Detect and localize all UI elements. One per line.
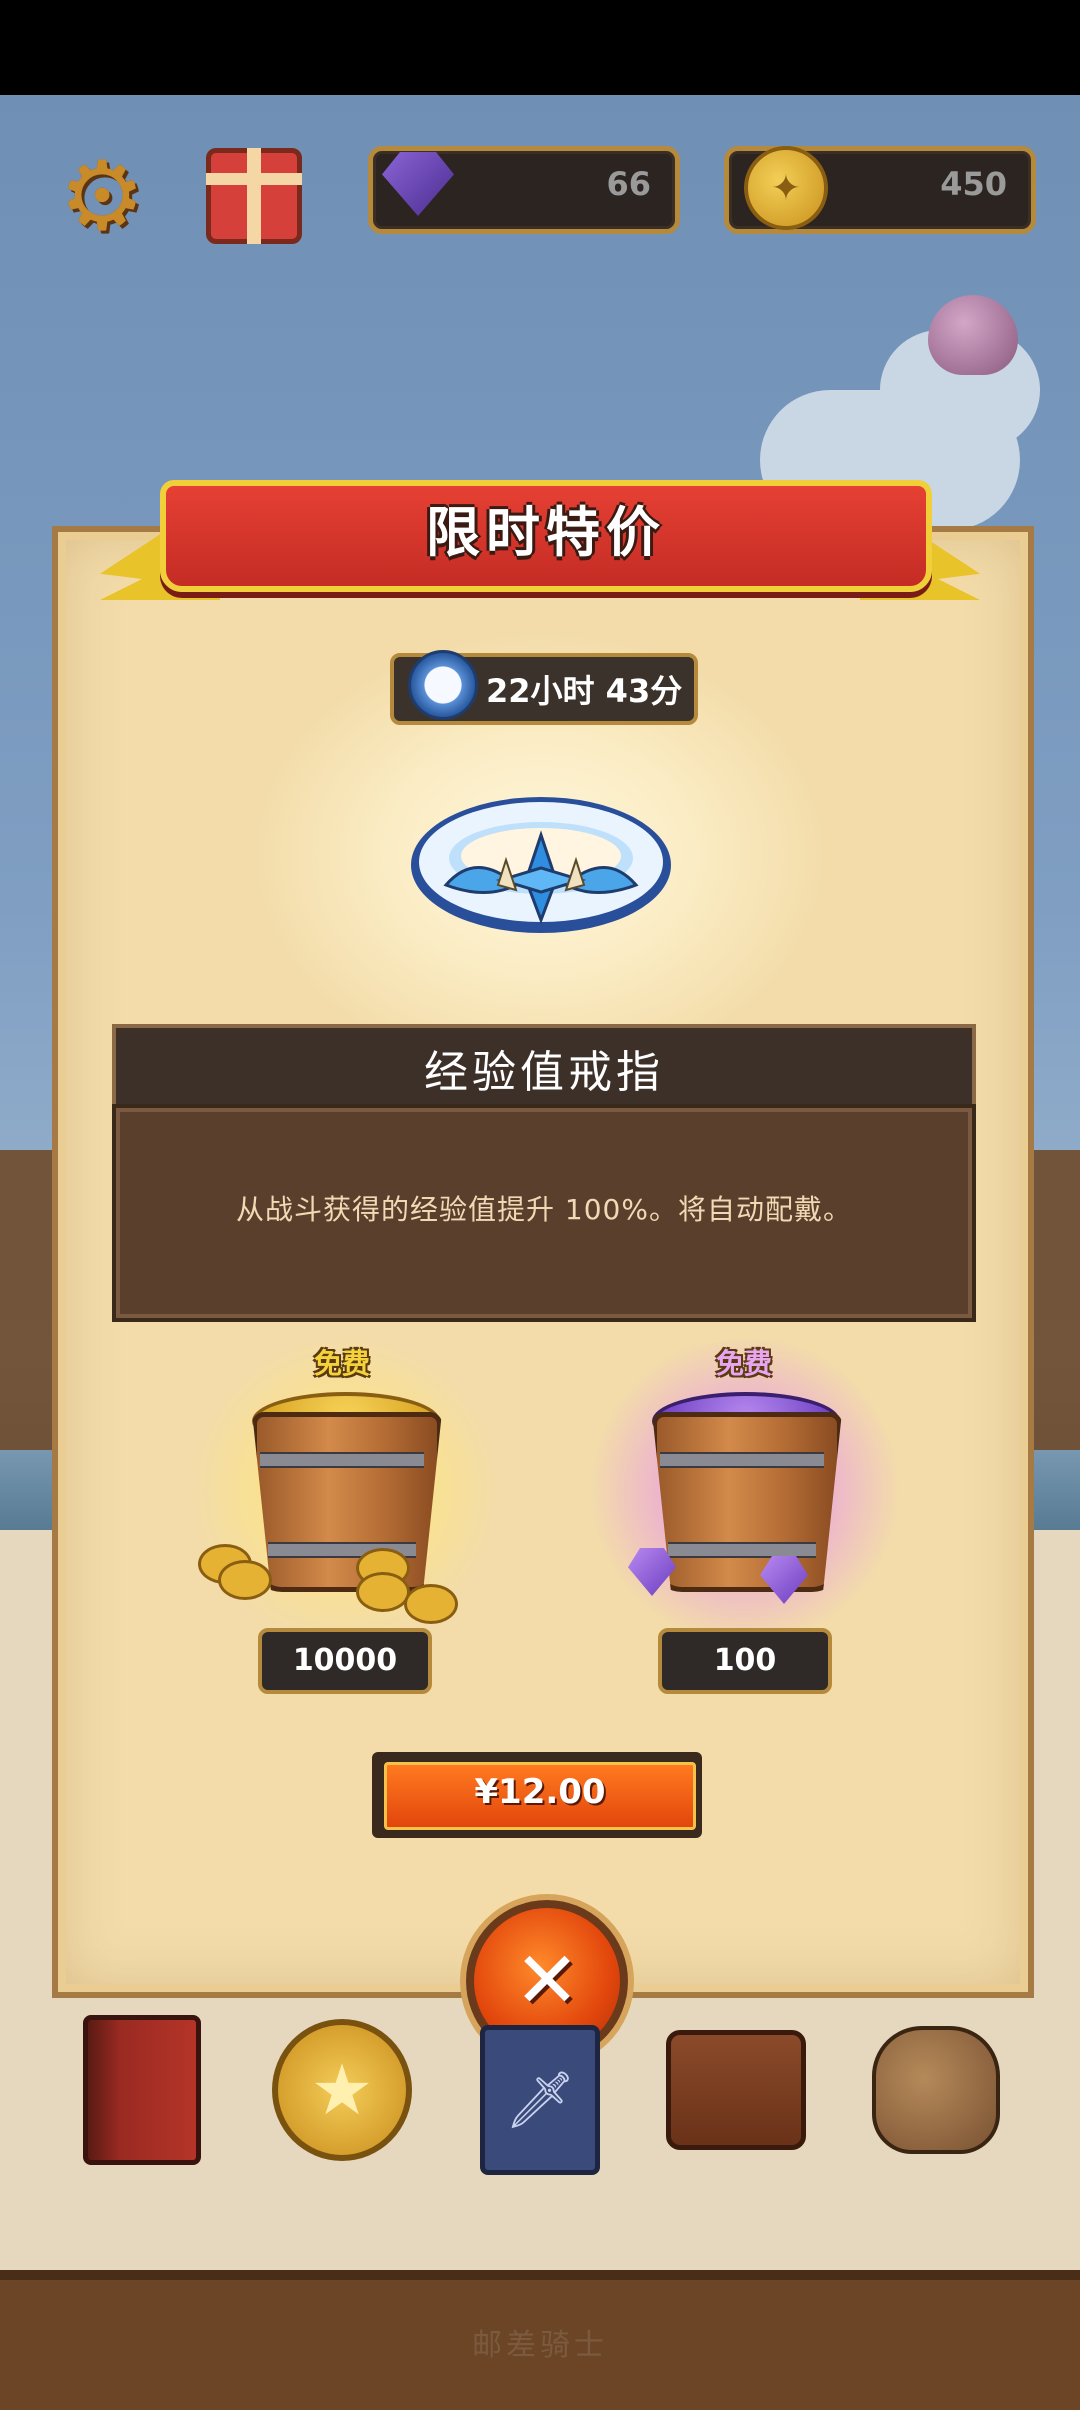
bucket [252,1412,442,1592]
timer-text: 22小时 43分 [486,672,683,710]
nav-cards-button[interactable]: 🗡 [470,2025,610,2175]
gear-icon: ⚙ [58,140,146,252]
gift-icon [206,148,302,244]
status-bar [0,0,1080,95]
offer-title: 限时特价 [426,500,666,564]
experience-ring-icon [411,797,671,933]
bucket-band [668,1542,816,1558]
backpack-icon [666,2030,806,2150]
price-label[interactable]: ¥12.00 [384,1772,696,1812]
card-deck-icon: 🗡 [480,2025,600,2175]
coin [218,1560,272,1600]
close-icon: ✕ [514,1936,580,2026]
bucket-band [660,1452,824,1468]
bucket-band [260,1452,424,1468]
item-description: 从战斗获得的经验值提升 100%。将自动配戴。 [236,1193,852,1226]
gem-count: 66 [606,165,651,203]
item-name: 经验值戒指 [424,1047,664,1098]
star-coin-icon: ★ [272,2019,412,2161]
coin [404,1584,458,1624]
free-label-gems: 免费 [715,1347,772,1380]
stopwatch-icon [408,650,478,720]
nav-treasure-button[interactable] [866,2020,1006,2160]
treasure-bag-icon [872,2026,1000,2154]
free-label-gold: 免费 [313,1347,370,1380]
gold-amount: 10000 [258,1628,432,1694]
nav-star-coin-button[interactable]: ★ [272,2019,412,2161]
bucket [652,1412,842,1592]
treasure-pouch-button[interactable] [928,295,1018,375]
gift-button[interactable] [204,146,304,246]
nav-backpack-button[interactable] [666,2020,806,2160]
gem-amount: 100 [658,1628,832,1694]
nav-book-button[interactable] [72,2015,212,2165]
coin-count: 450 [940,165,1007,203]
coin [356,1572,410,1612]
settings-button[interactable]: ⚙ [52,146,152,246]
book-icon [83,2015,201,2165]
coin-icon: ✦ [744,146,828,230]
footer-watermark: 邮差骑士 [472,2328,608,2363]
